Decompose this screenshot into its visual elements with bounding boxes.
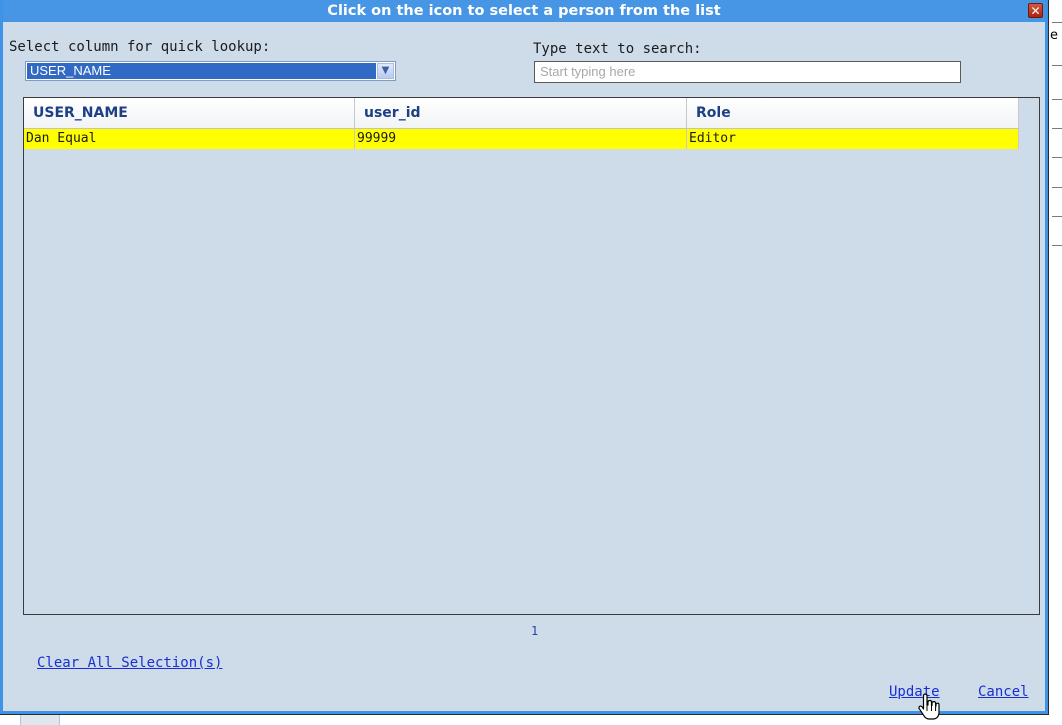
person-picker-dialog: Click on the icon to select a person fro… bbox=[0, 0, 1049, 715]
background-divider bbox=[1052, 216, 1062, 217]
column-header-user-id[interactable]: user_id bbox=[355, 98, 687, 128]
background-divider bbox=[1052, 65, 1062, 66]
search-input[interactable]: Start typing here bbox=[534, 61, 961, 83]
clear-all-selections-link[interactable]: Clear All Selection(s) bbox=[37, 655, 222, 671]
background-page bbox=[1048, 0, 1062, 724]
background-text-fragment: e bbox=[1050, 28, 1058, 43]
column-header-role[interactable]: Role bbox=[687, 98, 1019, 128]
lookup-column-select[interactable]: USER_NAME ▼ bbox=[25, 61, 396, 81]
cell-role: Editor bbox=[687, 129, 1019, 149]
cell-user-id: 99999 bbox=[355, 129, 687, 149]
grid-header: USER_NAME user_id Role bbox=[24, 98, 1019, 129]
hand-cursor-icon bbox=[918, 693, 940, 720]
lookup-column-label: Select column for quick lookup: bbox=[9, 39, 271, 55]
column-header-user-name[interactable]: USER_NAME bbox=[24, 98, 355, 128]
page-number-link[interactable]: 1 bbox=[531, 624, 538, 638]
background-footer bbox=[0, 714, 1062, 724]
cell-user-name: Dan Equal bbox=[24, 129, 355, 149]
chevron-down-icon[interactable]: ▼ bbox=[377, 63, 394, 79]
background-divider bbox=[1052, 99, 1062, 100]
background-divider bbox=[1052, 157, 1062, 158]
close-icon[interactable]: ✕ bbox=[1028, 3, 1043, 18]
background-divider bbox=[1052, 187, 1062, 188]
background-divider bbox=[1052, 22, 1062, 23]
background-tab bbox=[20, 714, 60, 725]
lookup-column-selected-value: USER_NAME bbox=[27, 63, 376, 79]
dialog-title: Click on the icon to select a person fro… bbox=[327, 3, 721, 19]
background-divider bbox=[1052, 128, 1062, 129]
dialog-titlebar: Click on the icon to select a person fro… bbox=[3, 0, 1045, 22]
table-row[interactable]: Dan Equal 99999 Editor bbox=[24, 129, 1019, 149]
cancel-link[interactable]: Cancel bbox=[978, 684, 1029, 700]
search-label: Type text to search: bbox=[533, 41, 702, 57]
background-divider bbox=[1052, 245, 1062, 246]
people-grid: USER_NAME user_id Role Dan Equal 99999 E… bbox=[23, 97, 1040, 615]
